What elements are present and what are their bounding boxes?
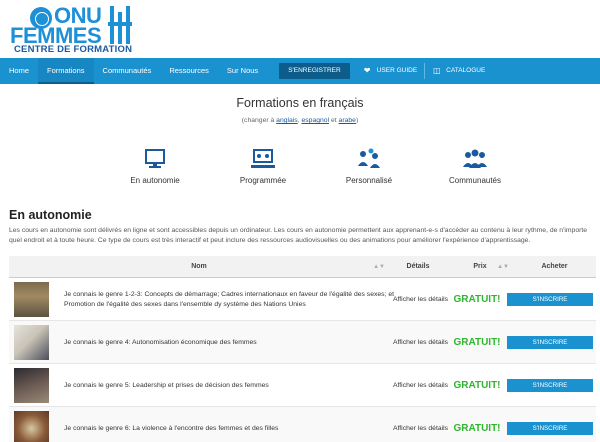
table-header: Nom ▲▼ Détails Prix ▲▼ Acheter [9, 256, 596, 278]
page-title: Formations en français [236, 96, 364, 110]
details-link[interactable]: Afficher les détails [393, 278, 453, 321]
enroll-button[interactable]: S'INSCRIRE [507, 422, 593, 435]
category-label: Communautés [448, 176, 502, 185]
nav-sur-nous[interactable]: Sur Nous [218, 58, 267, 84]
category-en-autonomie[interactable]: En autonomie [100, 148, 210, 185]
nav-user-guide[interactable]: USER GUIDE [372, 58, 422, 84]
course-thumbnail[interactable] [14, 325, 49, 360]
header-label: Détails [406, 262, 430, 270]
course-thumbnail[interactable] [14, 282, 49, 317]
enroll-button[interactable]: S'INSCRIRE [507, 293, 593, 306]
nav-divider [424, 63, 426, 79]
user-guide-icon[interactable]: ❤ [364, 67, 372, 75]
lang-link-espagnol[interactable]: espagnol [302, 117, 330, 124]
un-women-flag-icon [108, 6, 136, 44]
course-price: GRATUIT! [453, 294, 501, 305]
nav-catalogue[interactable]: CATALOGUE [441, 58, 490, 84]
course-thumbnail[interactable] [14, 411, 49, 442]
table-row: Je connais le genre 5: Leadership et pri… [9, 364, 596, 407]
category-programmee[interactable]: Programmée [208, 148, 318, 185]
sort-icon[interactable]: ▲▼ [373, 256, 385, 278]
lang-link-arabe[interactable]: arabe [339, 117, 356, 124]
main-nav: Home Formations Communautés Ressources S… [0, 58, 600, 84]
site-logo[interactable]: ONU FEMMES CENTRE DE FORMATION [8, 4, 148, 55]
language-switcher: (changer à anglais, espagnol et arabe) [0, 117, 600, 124]
presentation-icon [249, 148, 277, 170]
table-row: Je connais le genre 1-2-3: Concepts de d… [9, 278, 596, 321]
course-name[interactable]: Je connais le genre 5: Leadership et pri… [64, 364, 394, 407]
category-label: Personnalisé [345, 176, 393, 185]
course-name[interactable]: Je connais le genre 1-2-3: Concepts de d… [64, 278, 394, 321]
course-price: GRATUIT! [453, 337, 501, 348]
course-price: GRATUIT! [453, 380, 501, 391]
nav-home[interactable]: Home [0, 58, 38, 84]
header-label: Nom [191, 262, 207, 270]
nav-communautes[interactable]: Communautés [94, 58, 161, 84]
category-label: Programmée [239, 176, 287, 185]
table-row: Je connais le genre 6: La violence à l'e… [9, 407, 596, 442]
people-chat-icon [355, 148, 383, 170]
category-label: En autonomie [130, 176, 180, 185]
lang-link-anglais[interactable]: anglais [276, 117, 298, 124]
details-link[interactable]: Afficher les détails [393, 321, 453, 364]
section-description: Les cours en autonomie sont délivrés en … [9, 227, 588, 244]
logo-subtitle: CENTRE DE FORMATION [14, 44, 133, 55]
header-label: Prix [473, 262, 487, 270]
table-row: Je connais le genre 4: Autonomisation éc… [9, 321, 596, 364]
column-header-acheter: Acheter [513, 256, 596, 278]
subtitle-text: (changer à [241, 117, 277, 124]
group-icon [461, 148, 489, 170]
subtitle-sep: et [329, 117, 339, 124]
enroll-button[interactable]: S'INSCRIRE [507, 379, 593, 392]
header-label: Acheter [541, 262, 568, 270]
course-name[interactable]: Je connais le genre 4: Autonomisation éc… [64, 321, 394, 364]
category-communautes[interactable]: Communautés [420, 148, 530, 185]
details-link[interactable]: Afficher les détails [393, 364, 453, 407]
column-header-prix[interactable]: Prix ▲▼ [447, 256, 513, 278]
section-title: En autonomie [9, 208, 92, 222]
course-thumbnail[interactable] [14, 368, 49, 403]
sort-icon[interactable]: ▲▼ [497, 256, 509, 278]
subtitle-text: ) [355, 117, 359, 124]
courses-table: Nom ▲▼ Détails Prix ▲▼ Acheter Je connai… [9, 256, 596, 442]
course-name[interactable]: Je connais le genre 6: La violence à l'e… [64, 407, 394, 442]
course-price: GRATUIT! [453, 423, 501, 434]
catalogue-icon[interactable]: ◫ [433, 67, 441, 75]
nav-ressources[interactable]: Ressources [160, 58, 218, 84]
column-header-details[interactable]: Détails [389, 256, 447, 278]
category-personnalise[interactable]: Personnalisé [314, 148, 424, 185]
details-link[interactable]: Afficher les détails [393, 407, 453, 442]
nav-formations[interactable]: Formations [38, 58, 94, 84]
enroll-button[interactable]: S'INSCRIRE [507, 336, 593, 349]
monitor-icon [141, 148, 169, 170]
column-header-nom[interactable]: Nom ▲▼ [9, 256, 389, 278]
register-button[interactable]: S'ENREGISTRER [279, 63, 350, 79]
